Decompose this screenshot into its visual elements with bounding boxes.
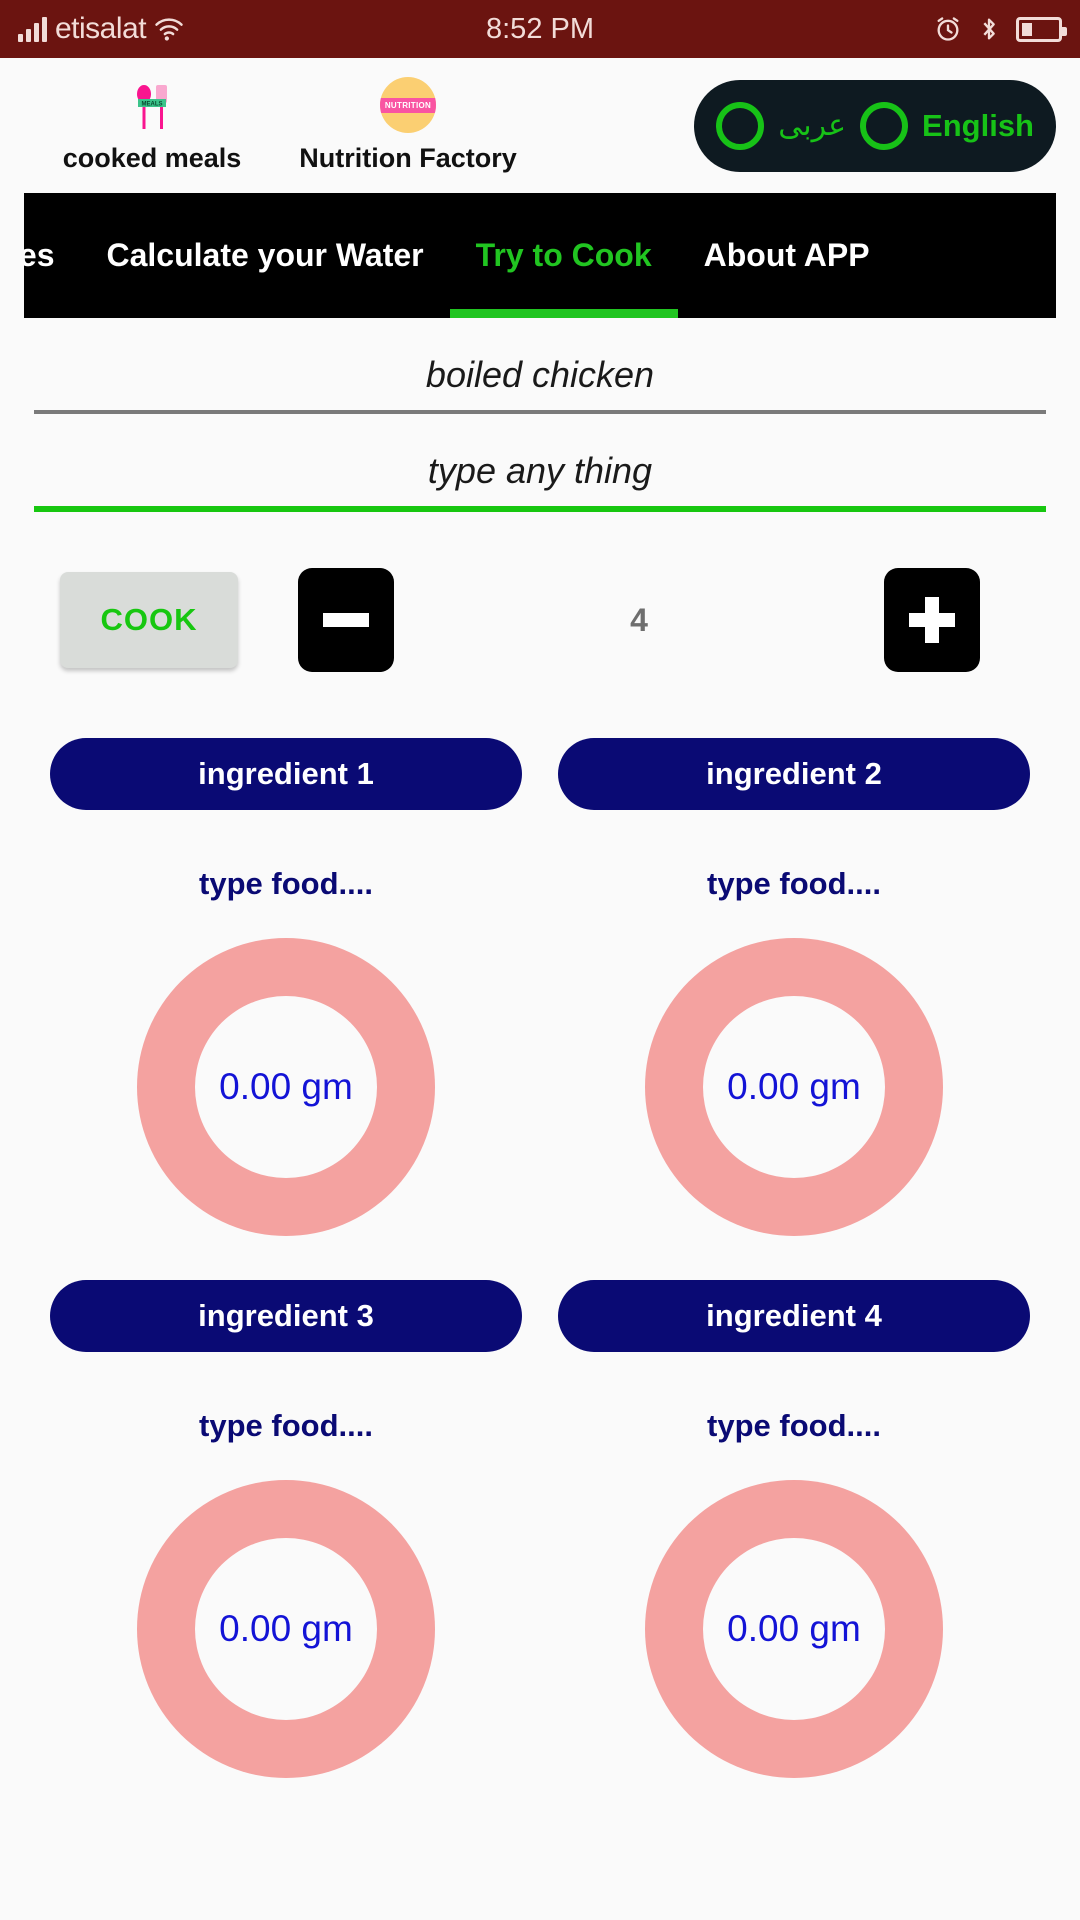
tab-calculate-your-water[interactable]: Calculate your Water: [80, 193, 449, 318]
ingredient-card-2: ingredient 2 type food.... 0.00 gm: [558, 738, 1030, 1236]
tab-label-calculate-your-water: Calculate your Water: [106, 237, 424, 273]
ingredient-2-donut-hole: 0.00 gm: [703, 996, 885, 1178]
tab-label-about-app: About APP: [703, 237, 870, 273]
ingredient-4-weight: 0.00 gm: [727, 1608, 861, 1649]
shortcut-nutrition-factory[interactable]: NUTRITION Nutrition Factory: [280, 77, 536, 174]
decrement-button[interactable]: [298, 568, 394, 672]
nutrition-icon: NUTRITION: [380, 77, 436, 133]
ingredient-3-placeholder[interactable]: type food....: [199, 1408, 373, 1444]
ingredient-3-donut: 0.00 gm: [137, 1480, 435, 1778]
search-input-value: type any thing: [427, 450, 653, 491]
top-bar: MEALS cooked meals NUTRITION Nutrition F…: [0, 58, 1080, 193]
carrier-label: etisalat: [55, 12, 147, 45]
tab-calories[interactable]: ories: [24, 193, 80, 318]
ingredient-4-button[interactable]: ingredient 4: [558, 1280, 1030, 1352]
ingredient-3-donut-hole: 0.00 gm: [195, 1538, 377, 1720]
ingredient-card-4: ingredient 4 type food.... 0.00 gm: [558, 1280, 1030, 1778]
decrement-wrapper: [298, 568, 394, 672]
meals-icon: MEALS: [124, 77, 180, 133]
recipe-name-field[interactable]: boiled chicken: [34, 318, 1046, 414]
increment-wrapper: [884, 568, 980, 672]
plus-icon-vertical: [925, 597, 939, 643]
ingredient-1-donut: 0.00 gm: [137, 938, 435, 1236]
wifi-icon: [155, 18, 183, 41]
shortcut-cooked-meals[interactable]: MEALS cooked meals: [24, 77, 280, 174]
radio-arabic[interactable]: [716, 101, 765, 150]
language-label-english: English: [922, 107, 1034, 143]
ingredient-4-donut: 0.00 gm: [645, 1480, 943, 1778]
nutrition-icon-text: NUTRITION: [380, 97, 436, 113]
ingredient-4-placeholder[interactable]: type food....: [707, 1408, 881, 1444]
ingredient-2-button[interactable]: ingredient 2: [558, 738, 1030, 810]
ingredient-card-1: ingredient 1 type food.... 0.00 gm: [50, 738, 522, 1236]
ingredient-2-donut: 0.00 gm: [645, 938, 943, 1236]
tab-bar: ories Calculate your Water Try to Cook A…: [24, 193, 1056, 318]
recipe-name-value: boiled chicken: [425, 354, 655, 395]
ingredient-count-value: 4: [630, 601, 648, 638]
ingredient-3-button[interactable]: ingredient 3: [50, 1280, 522, 1352]
tab-active-indicator: [449, 309, 678, 318]
language-toggle[interactable]: عربى English: [694, 79, 1056, 172]
alarm-icon: [937, 17, 959, 41]
ingredient-grid-row-1: ingredient 1 type food.... 0.00 gm ingre…: [50, 738, 1030, 1236]
cook-button[interactable]: COOK: [60, 572, 238, 668]
ingredient-3-weight: 0.00 gm: [219, 1608, 353, 1649]
ingredient-2-placeholder[interactable]: type food....: [707, 866, 881, 902]
ingredient-1-button[interactable]: ingredient 1: [50, 738, 522, 810]
increment-button[interactable]: [884, 568, 980, 672]
cook-controls-row: COOK 4: [60, 568, 1020, 672]
shortcut-label-cooked-meals: cooked meals: [62, 143, 242, 173]
status-bar-right: [934, 15, 1067, 43]
battery-icon: [1016, 16, 1067, 42]
ingredient-grid-row-2: ingredient 3 type food.... 0.00 gm ingre…: [50, 1280, 1030, 1778]
minus-icon: [323, 613, 369, 627]
svg-text:MEALS: MEALS: [142, 102, 163, 108]
bluetooth-icon: [983, 18, 995, 40]
status-bar-left: etisalat: [18, 12, 184, 46]
tab-label-try-to-cook: Try to Cook: [475, 237, 652, 273]
ingredient-1-placeholder[interactable]: type food....: [199, 866, 373, 902]
search-input[interactable]: type any thing: [34, 414, 1046, 512]
ingredient-1-donut-hole: 0.00 gm: [195, 996, 377, 1178]
ingredient-1-weight: 0.00 gm: [219, 1066, 353, 1107]
tab-label-calories: ories: [24, 237, 55, 273]
radio-english[interactable]: [860, 101, 909, 150]
ingredient-4-donut-hole: 0.00 gm: [703, 1538, 885, 1720]
tab-try-to-cook[interactable]: Try to Cook: [449, 193, 678, 318]
tab-about-app[interactable]: About APP: [678, 193, 896, 318]
status-bar: etisalat 8:52 PM: [0, 0, 1080, 58]
shortcut-label-nutrition-factory: Nutrition Factory: [299, 143, 517, 173]
ingredient-2-weight: 0.00 gm: [727, 1066, 861, 1107]
ingredient-card-3: ingredient 3 type food.... 0.00 gm: [50, 1280, 522, 1778]
language-label-arabic: عربى: [778, 109, 847, 142]
search-input-underline: [34, 506, 1046, 512]
signal-icon: [18, 16, 47, 42]
